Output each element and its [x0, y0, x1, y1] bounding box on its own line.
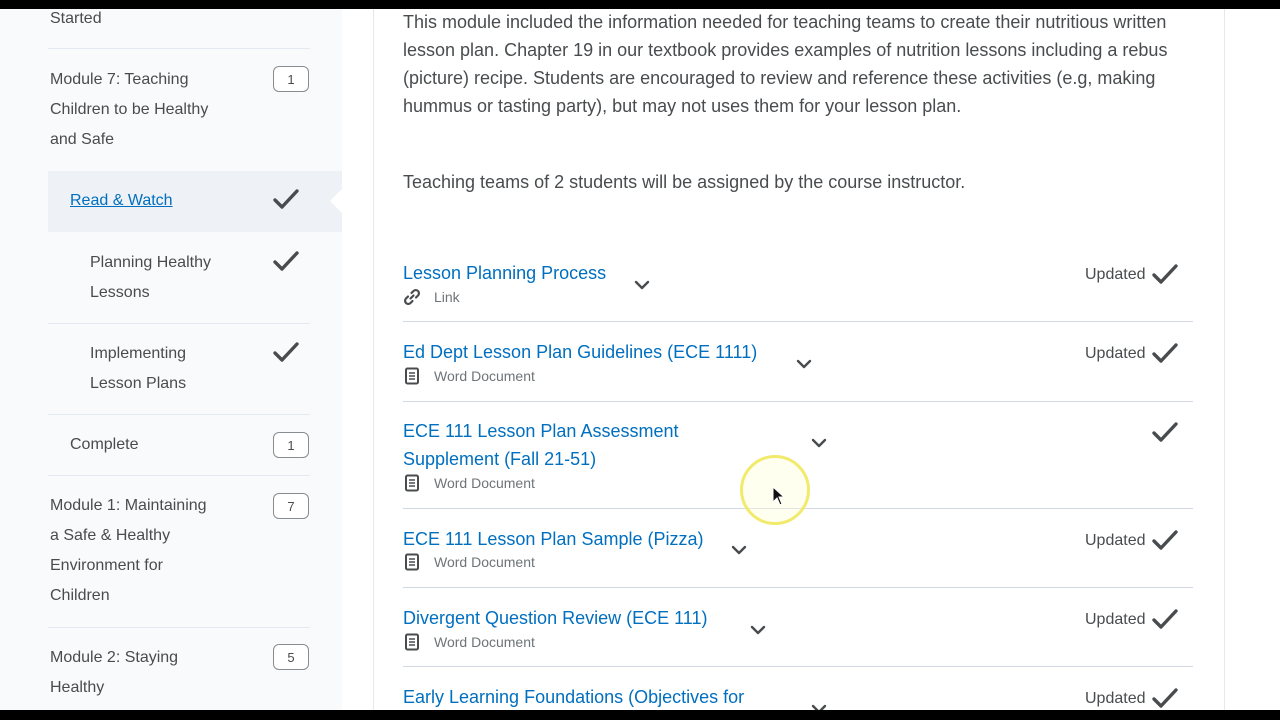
module-sidebar: Started Module 7: Teaching Children to b… — [0, 0, 342, 720]
selected-item-notch — [330, 189, 342, 213]
chevron-down-icon[interactable] — [634, 278, 650, 290]
checkmark-icon — [1151, 263, 1179, 287]
topic-title-link[interactable]: ECE 111 Lesson Plan Assessment Supplemen… — [403, 417, 733, 473]
chevron-down-icon[interactable] — [796, 357, 812, 369]
sidebar-divider — [48, 48, 310, 49]
sidebar-item-label-line: Planning Healthy — [90, 254, 211, 271]
sidebar-item-label-line: Children to be Healthy — [50, 101, 209, 118]
module-description: This module included the information nee… — [403, 12, 1168, 116]
row-divider — [403, 401, 1193, 402]
unread-count-badge: 1 — [273, 66, 309, 92]
updated-label: Updated — [1085, 532, 1146, 549]
document-icon — [403, 553, 421, 571]
sidebar-item-complete[interactable]: Complete — [70, 430, 138, 460]
sidebar-item-label-line: a Safe & Healthy — [50, 527, 171, 544]
link-icon — [403, 288, 421, 306]
document-icon — [403, 474, 421, 492]
sidebar-item-label[interactable]: Read & Watch — [70, 192, 173, 209]
sidebar-item-module-2[interactable]: Module 2: Staying Healthy — [50, 643, 250, 703]
topic-title-line: Lesson Planning Process — [403, 263, 607, 283]
sidebar-item-label-line: and Safe — [50, 131, 115, 148]
chevron-down-icon[interactable] — [731, 543, 747, 555]
sidebar-item-label-line: Implementing — [90, 345, 187, 362]
updated-label: Updated — [1085, 266, 1146, 283]
sidebar-item-module-1[interactable]: Module 1: Maintaining a Safe & Healthy E… — [50, 491, 260, 611]
sidebar-item-label: Complete — [70, 436, 139, 453]
chevron-down-icon[interactable] — [750, 623, 766, 635]
checkmark-icon — [272, 250, 300, 274]
topic-title-link[interactable]: ECE 111 Lesson Plan Sample (Pizza) — [403, 525, 703, 553]
topic-type-label: Word Document — [434, 554, 535, 570]
updated-label: Updated — [1085, 345, 1146, 362]
topic-title-link[interactable]: Lesson Planning Process — [403, 259, 606, 287]
topic-title-link[interactable]: Early Learning Foundations (Objectives f… — [403, 683, 744, 711]
checkmark-icon — [1151, 529, 1179, 553]
sidebar-divider — [48, 414, 310, 415]
sidebar-divider — [48, 323, 310, 324]
checkmark-icon — [1151, 687, 1179, 711]
row-divider — [403, 666, 1193, 667]
unread-count-badge: 5 — [273, 644, 309, 670]
sidebar-item-module-7[interactable]: Module 7: Teaching Children to be Health… — [50, 65, 250, 155]
updated-label: Updated — [1085, 690, 1146, 707]
topic-type-label: Word Document — [434, 368, 535, 384]
sidebar-item-label-line: Children — [50, 587, 110, 604]
sidebar-item-label-line: Lessons — [90, 284, 150, 301]
topic-title-line: ECE 111 Lesson Plan Sample (Pizza) — [403, 529, 704, 549]
row-divider — [403, 587, 1193, 588]
sidebar-item-read-watch[interactable]: Read & Watch — [70, 186, 173, 216]
unread-count-badge: 7 — [273, 493, 309, 519]
document-icon — [403, 367, 421, 385]
sidebar-item-label-line: Lesson Plans — [90, 375, 187, 392]
topic-title-line: Early Learning Foundations (Objectives f… — [403, 687, 745, 707]
topic-title-link[interactable]: Ed Dept Lesson Plan Guidelines (ECE 1111… — [403, 338, 757, 366]
topic-type-label: Word Document — [434, 475, 535, 491]
sidebar-item-label-line: Environment for — [50, 557, 163, 574]
checkmark-icon — [272, 341, 300, 365]
chevron-down-icon[interactable] — [811, 436, 827, 448]
bottom-black-bar — [0, 710, 1280, 720]
topic-type-label: Word Document — [434, 634, 535, 650]
checkmark-icon — [1151, 421, 1179, 445]
sidebar-item-label-line: Healthy — [50, 679, 105, 696]
sidebar-item-implementing-lesson-plans[interactable]: Implementing Lesson Plans — [90, 339, 260, 399]
topic-title-line: ECE 111 Lesson Plan Assessment — [403, 421, 679, 441]
topic-type-label: Link — [434, 289, 460, 305]
checkmark-icon — [272, 188, 300, 212]
mouse-pointer-icon — [772, 485, 786, 506]
top-black-bar — [0, 0, 1280, 9]
updated-label: Updated — [1085, 611, 1146, 628]
sidebar-item-label-line: Module 2: Staying — [50, 649, 179, 666]
document-icon — [403, 633, 421, 651]
sidebar-item-label: Started — [50, 10, 102, 27]
sidebar-item-label-line: Module 7: Teaching — [50, 71, 189, 88]
checkmark-icon — [1151, 608, 1179, 632]
row-divider — [403, 321, 1193, 322]
topic-title-line: Ed Dept Lesson Plan Guidelines (ECE 1111… — [403, 342, 758, 362]
teams-note: Teaching teams of 2 students will be ass… — [403, 172, 966, 192]
sidebar-divider — [48, 627, 310, 628]
topic-title-link[interactable]: Divergent Question Review (ECE 111) — [403, 604, 707, 632]
topic-title-line: Divergent Question Review (ECE 111) — [403, 608, 708, 628]
sidebar-item-label-line: Module 1: Maintaining — [50, 497, 207, 514]
checkmark-icon — [1151, 342, 1179, 366]
topic-title-line: Supplement (Fall 21-51) — [403, 449, 597, 469]
sidebar-divider — [48, 475, 310, 476]
unread-count-badge: 1 — [273, 432, 309, 458]
sidebar-item-planning-healthy-lessons[interactable]: Planning Healthy Lessons — [90, 248, 260, 308]
